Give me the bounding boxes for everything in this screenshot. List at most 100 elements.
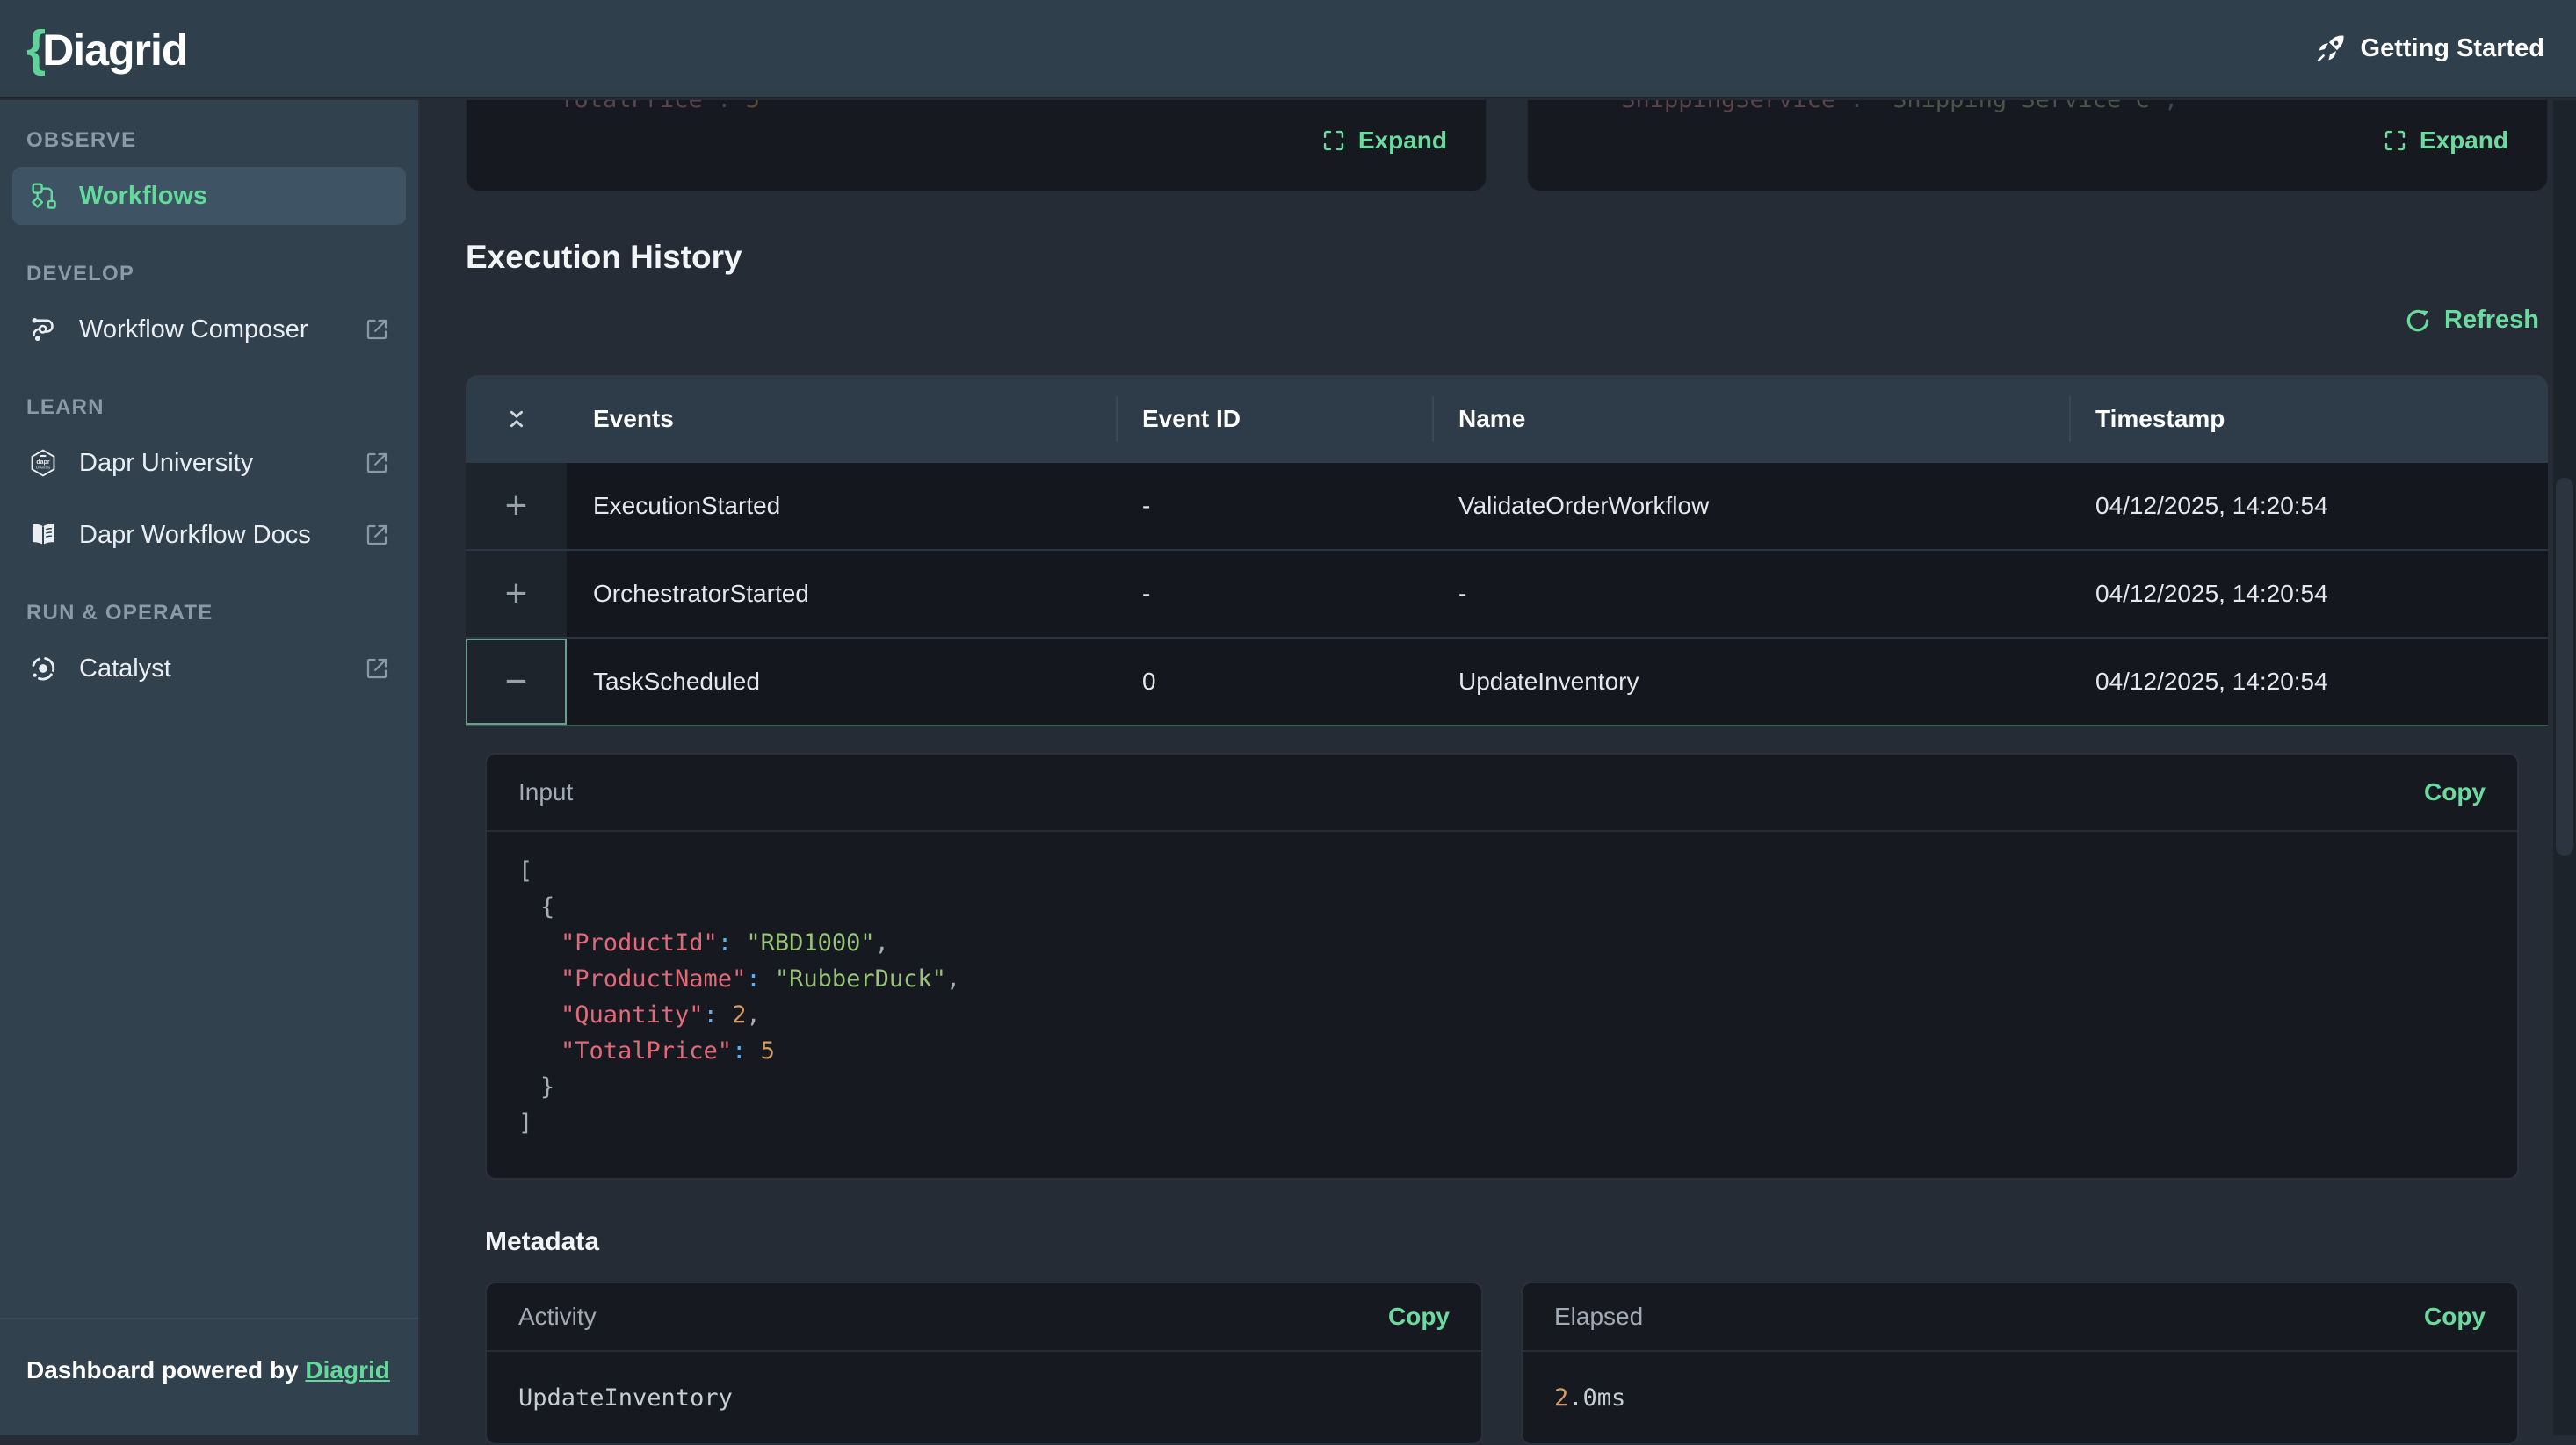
cell-timestamp: 04/12/2025, 14:20:54 (2069, 668, 2548, 696)
json-bracket: ] (518, 1109, 532, 1137)
expand-label: Expand (2420, 126, 2508, 155)
composer-icon (26, 314, 60, 344)
sidebar-item-label: Catalyst (79, 654, 171, 683)
cell-timestamp: 04/12/2025, 14:20:54 (2069, 580, 2548, 608)
json-bracket: [ (518, 857, 532, 885)
copy-button[interactable]: Copy (2424, 778, 2486, 806)
section-label-run-operate: RUN & OPERATE (26, 601, 418, 625)
sidebar-item-workflow-composer[interactable]: Workflow Composer (12, 300, 406, 358)
json-line: "ProductId": "RBD1000", (518, 925, 2486, 961)
scrollbar-thumb[interactable] (2556, 478, 2573, 856)
input-title: Input (518, 778, 573, 806)
elapsed-title: Elapsed (1554, 1303, 1643, 1331)
input-card-header: Input Copy (487, 755, 2517, 832)
column-header-events: Events (567, 375, 1116, 463)
dapr-university-icon: dapr University (26, 448, 60, 478)
output-preview-panel: "ShippingService": "Shipping Service C",… (1527, 100, 2548, 191)
column-header-timestamp: Timestamp (2069, 375, 2548, 463)
table-header: Events Event ID Name Timestamp (466, 375, 2548, 463)
expand-button[interactable]: Expand (2383, 126, 2508, 155)
refresh-label: Refresh (2444, 306, 2539, 335)
book-icon (26, 520, 60, 550)
cell-timestamp: 04/12/2025, 14:20:54 (2069, 492, 2548, 520)
getting-started-label: Getting Started (2361, 34, 2544, 63)
svg-text:University: University (36, 466, 50, 470)
scrollbar-track[interactable] (2553, 100, 2576, 1435)
activity-card-header: Activity Copy (487, 1283, 1481, 1352)
json-line: "Quantity": 2, (518, 997, 2486, 1033)
execution-history-table: Events Event ID Name Timestamp + Executi… (466, 375, 2548, 726)
expand-icon (2383, 128, 2407, 153)
expand-label: Expand (1358, 126, 1447, 155)
cell-event-id: 0 (1116, 668, 1432, 696)
elapsed-card-header: Elapsed Copy (1523, 1283, 2517, 1352)
workflow-icon (26, 181, 60, 211)
section-label-observe: OBSERVE (26, 128, 418, 153)
copy-button[interactable]: Copy (1388, 1303, 1450, 1331)
sidebar-item-label: Workflows (79, 182, 207, 211)
refresh-button[interactable]: Refresh (2404, 306, 2539, 335)
main-content: "TotalPrice": 5 Expand "ShippingService"… (420, 100, 2576, 1435)
activity-value: UpdateInventory (487, 1352, 1481, 1443)
row-detail-section: Input Copy [ { "ProductId": "RBD1000", "… (466, 753, 2548, 1445)
sidebar-item-dapr-workflow-docs[interactable]: Dapr Workflow Docs (12, 506, 406, 564)
refresh-row: Refresh (466, 306, 2548, 335)
expand-button[interactable]: Expand (1321, 126, 1447, 155)
table-row: + OrchestratorStarted - - 04/12/2025, 14… (466, 549, 2548, 637)
sidebar-item-dapr-university[interactable]: dapr University Dapr University (12, 434, 406, 492)
cell-name: UpdateInventory (1432, 668, 2069, 696)
row-collapse-button[interactable]: − (466, 639, 567, 725)
cell-events: TaskScheduled (567, 668, 1116, 696)
cell-event-id: - (1116, 580, 1432, 608)
sidebar-item-label: Workflow Composer (79, 315, 308, 344)
row-expand-button[interactable]: + (466, 551, 567, 637)
svg-text:dapr: dapr (36, 459, 50, 466)
faded-code-snippet: "TotalPrice": 5 (546, 100, 760, 113)
copy-button[interactable]: Copy (2424, 1303, 2486, 1331)
getting-started-button[interactable]: Getting Started (2315, 33, 2544, 64)
json-brace: } (540, 1073, 554, 1101)
sidebar: OBSERVE Workflows DEVELOP Workflow Compo… (0, 100, 420, 1435)
cell-event-id: - (1116, 492, 1432, 520)
page-title: Execution History (466, 239, 2548, 276)
sidebar-item-label: Dapr University (79, 449, 253, 478)
rocket-icon (2315, 33, 2347, 64)
cell-events: ExecutionStarted (567, 492, 1116, 520)
input-preview-panel: "TotalPrice": 5 Expand (466, 100, 1487, 191)
external-link-icon (364, 522, 390, 548)
activity-card: Activity Copy UpdateInventory (485, 1282, 1483, 1445)
json-brace: { (540, 893, 554, 921)
section-label-learn: LEARN (26, 395, 418, 420)
elapsed-card: Elapsed Copy 2.0ms (1521, 1282, 2519, 1445)
sidebar-item-catalyst[interactable]: Catalyst (12, 639, 406, 697)
table-row: + ExecutionStarted - ValidateOrderWorkfl… (466, 463, 2548, 549)
column-header-event-id: Event ID (1116, 375, 1432, 463)
activity-title: Activity (518, 1303, 597, 1331)
json-line: "ProductName": "RubberDuck", (518, 961, 2486, 997)
metadata-cards-row: Activity Copy UpdateInventory Elapsed Co… (485, 1282, 2519, 1445)
refresh-icon (2404, 307, 2432, 335)
io-panels-row: "TotalPrice": 5 Expand "ShippingService"… (466, 100, 2548, 191)
expand-icon (1321, 128, 1346, 153)
external-link-icon (364, 655, 390, 682)
powered-by-text: Dashboard powered by (26, 1356, 305, 1384)
elapsed-value: 2.0ms (1523, 1352, 2517, 1443)
sidebar-footer: Dashboard powered by Diagrid (0, 1318, 418, 1435)
sidebar-item-workflows[interactable]: Workflows (12, 167, 406, 225)
input-json-code: [ { "ProductId": "RBD1000", "ProductName… (487, 832, 2517, 1178)
collapse-all-button[interactable] (466, 375, 567, 463)
faded-code-snippet: "ShippingService": "Shipping Service C", (1607, 100, 2178, 113)
row-expand-button[interactable]: + (466, 463, 567, 549)
table-row-expanded: − TaskScheduled 0 UpdateInventory 04/12/… (466, 637, 2548, 726)
diagrid-logo[interactable]: { Diagrid (26, 19, 187, 77)
collapse-all-icon (503, 406, 530, 432)
section-label-develop: DEVELOP (26, 262, 418, 286)
external-link-icon (364, 316, 390, 343)
column-header-name: Name (1432, 375, 2069, 463)
cell-name: - (1432, 580, 2069, 608)
diagrid-link[interactable]: Diagrid (305, 1356, 389, 1384)
logo-text: Diagrid (42, 25, 187, 76)
metadata-title: Metadata (485, 1227, 2519, 1257)
topbar: { Diagrid Getting Started (0, 0, 2576, 98)
cell-events: OrchestratorStarted (567, 580, 1116, 608)
